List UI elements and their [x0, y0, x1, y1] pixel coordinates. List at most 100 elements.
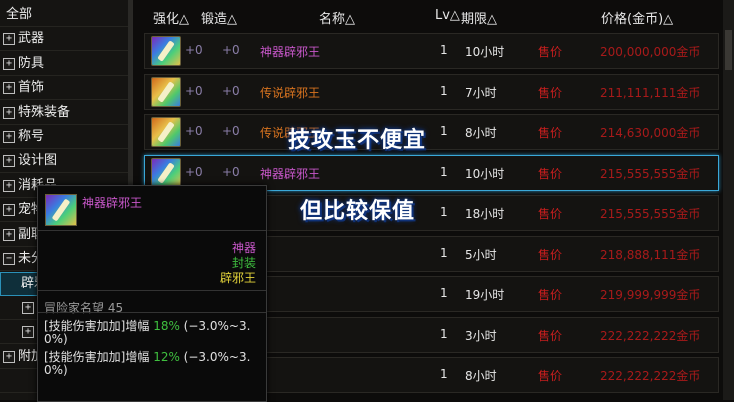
level-value: 1: [440, 83, 448, 98]
enhance-value: +0: [185, 43, 203, 57]
tree-item[interactable]: + 首饰: [0, 77, 128, 101]
tooltip-divider: [38, 230, 266, 231]
expand-icon[interactable]: +: [3, 33, 15, 46]
level-value: 1: [440, 124, 448, 138]
tree-item[interactable]: + 称号: [0, 126, 128, 149]
stat-range: (−3.0%~3.: [179, 319, 251, 333]
expand-icon[interactable]: +: [3, 204, 15, 217]
enhance-value: +0: [185, 83, 203, 98]
sell-label: 售价: [538, 85, 563, 100]
expand-icon[interactable]: +: [3, 57, 15, 70]
stat-label: [技能伤害加加]增幅: [44, 350, 154, 364]
expand-icon[interactable]: +: [22, 301, 34, 314]
item-icon[interactable]: [151, 157, 181, 188]
col-period-header[interactable]: 期限△: [461, 8, 497, 27]
tree-item[interactable]: + 特殊装备: [0, 102, 128, 125]
forge-value: +0: [222, 164, 240, 179]
list-scrollbar[interactable]: [723, 0, 734, 400]
sell-label: 售价: [538, 166, 563, 181]
price-value: 200,000,000金币: [600, 45, 701, 59]
tooltip-stat-line: [技能伤害加加]增幅 18% (−3.0%~3.: [44, 317, 250, 334]
tooltip-item-name: 神器辟邪王: [82, 196, 143, 210]
enhance-value: +0: [185, 164, 203, 179]
tooltip-divider: [38, 312, 266, 313]
level-value: 1: [440, 326, 448, 341]
caption-top: 技攻玉不便宜: [288, 128, 427, 153]
period-value: 18小时: [465, 207, 505, 221]
item-icon[interactable]: [151, 117, 181, 147]
expand-icon[interactable]: +: [22, 326, 34, 339]
period-value: 8小时: [465, 369, 497, 383]
collapse-icon[interactable]: −: [3, 253, 15, 265]
level-value: 1: [440, 43, 448, 57]
col-forge-header[interactable]: 锻造△: [201, 8, 237, 27]
level-value: 1: [440, 286, 448, 300]
forge-value: +0: [222, 43, 240, 57]
level-value: 1: [440, 367, 448, 381]
expand-icon[interactable]: +: [3, 350, 15, 363]
tree-item[interactable]: + 防具: [0, 53, 128, 76]
expand-icon[interactable]: +: [3, 82, 15, 95]
caption-bottom: 但比较保值: [300, 199, 416, 224]
expand-icon[interactable]: +: [3, 131, 15, 143]
expand-icon[interactable]: +: [3, 155, 15, 168]
item-name: 神器辟邪王: [260, 166, 321, 181]
period-value: 10小时: [465, 45, 505, 59]
stat-value: 12%: [153, 350, 180, 364]
col-enhance-header[interactable]: 强化△: [153, 8, 189, 27]
price-value: 222,222,222金币: [600, 328, 701, 343]
price-value: 222,222,222金币: [600, 369, 701, 383]
stat-range: (−3.0%~3.: [179, 350, 251, 364]
tree-item[interactable]: + 武器: [0, 28, 128, 52]
col-name-header[interactable]: 名称△: [319, 8, 355, 27]
item-row[interactable]: +0 +0 传说辟邪王 1 8小时 售价 214,630,000金币: [144, 114, 719, 150]
forge-value: +0: [222, 124, 240, 138]
period-value: 7小时: [465, 85, 497, 100]
sell-label: 售价: [538, 288, 563, 302]
price-value: 211,111,111金币: [600, 85, 701, 100]
expand-icon[interactable]: +: [3, 228, 15, 241]
sell-label: 售价: [538, 328, 563, 343]
price-value: 214,630,000金币: [600, 126, 701, 140]
tree-item[interactable]: + 设计图: [0, 150, 128, 174]
price-value: 215,555,555金币: [600, 166, 701, 181]
tree-item-label: 特殊装备: [18, 104, 71, 120]
sell-label: 售价: [538, 45, 563, 59]
price-value: 218,888,111金币: [600, 247, 701, 262]
item-icon[interactable]: [151, 36, 181, 66]
list-scrollbar-thumb[interactable]: [725, 30, 732, 70]
expand-icon[interactable]: +: [3, 179, 15, 192]
tree-item-label: 设计图: [18, 153, 58, 169]
tooltip-item-type: 辟邪王: [219, 271, 256, 285]
tree-item-label: 称号: [18, 129, 45, 144]
stat-label: [技能伤害加加]增幅: [44, 319, 154, 333]
tooltip-stat-line-wrap: 0%): [44, 332, 68, 346]
level-value: 1: [440, 205, 448, 219]
period-value: 8小时: [465, 126, 497, 140]
level-value: 1: [440, 164, 448, 179]
period-value: 10小时: [465, 166, 505, 181]
tooltip-stat-line-wrap: 0%): [44, 363, 68, 377]
level-value: 1: [440, 245, 448, 260]
tree-item-label: 武器: [18, 31, 45, 47]
col-lv-header[interactable]: Lv△: [435, 8, 460, 23]
period-value: 19小时: [465, 288, 505, 302]
tree-item-label: 全部: [6, 7, 33, 22]
stat-value: 18%: [153, 319, 180, 333]
price-value: 215,555,555金币: [600, 207, 701, 221]
item-row[interactable]: +0 +0 神器辟邪王 1 10小时 售价 200,000,000金币: [144, 33, 719, 69]
sell-label: 售价: [538, 369, 563, 383]
item-name: 传说辟邪王: [260, 85, 321, 100]
tree-item[interactable]: 全部: [0, 4, 128, 27]
list-header: 强化△ 锻造△ 名称△ Lv△ 期限△ 价格(金币)△: [143, 4, 728, 28]
item-icon[interactable]: [151, 76, 181, 107]
item-icon: [45, 194, 77, 226]
item-row[interactable]: +0 +0 传说辟邪王 1 7小时 售价 211,111,111金币: [144, 73, 719, 110]
forge-value: +0: [222, 83, 240, 98]
col-price-header[interactable]: 价格(金币)△: [601, 8, 673, 27]
period-value: 3小时: [465, 328, 497, 343]
tree-item-label: 首饰: [18, 80, 45, 96]
expand-icon[interactable]: +: [3, 106, 15, 119]
tooltip-stat-line: [技能伤害加加]增幅 12% (−3.0%~3.: [44, 348, 250, 365]
period-value: 5小时: [465, 247, 497, 262]
